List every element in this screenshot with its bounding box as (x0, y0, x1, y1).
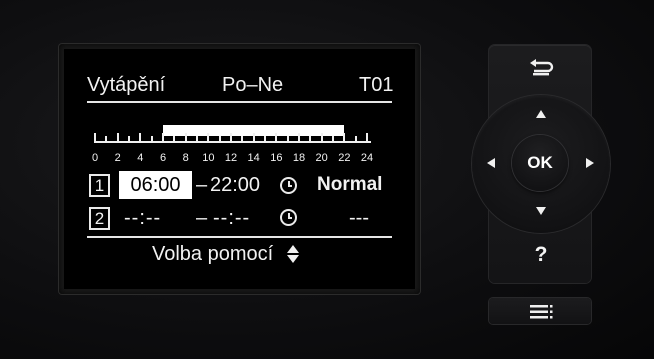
timeline-tick (105, 136, 108, 143)
header-program: T01 (359, 74, 394, 96)
slot-2-mode[interactable]: --- (349, 207, 369, 229)
timeline-tick-label: 22 (338, 152, 351, 164)
footer-divider (87, 236, 392, 238)
timeline-tick (354, 136, 357, 143)
arrow-down-icon[interactable] (536, 207, 546, 215)
timeline-tick-label: 20 (315, 152, 328, 164)
timeline-axis (94, 141, 371, 143)
timeline-tick (264, 136, 266, 143)
timeline-tick (366, 133, 368, 143)
timeline-tick-label: 14 (247, 152, 260, 164)
timeline-tick (241, 136, 244, 143)
slot-2-dash: – (196, 207, 208, 229)
menu-icon (530, 305, 553, 319)
timeline-tick (230, 133, 232, 143)
timeline-tick (128, 136, 130, 143)
footer-hint: Volba pomocí (152, 243, 274, 265)
timeline-tick-label: 18 (292, 152, 306, 164)
timeline-tick-label: 2 (114, 152, 121, 164)
schedule-timeline: 0 2 4 6 8 10 12 14 16 18 20 22 24 (91, 119, 376, 169)
timeline-tick (94, 133, 96, 143)
timeline-tick (275, 133, 278, 143)
timeline-tick (320, 133, 323, 143)
ok-button[interactable]: OK (512, 135, 568, 191)
up-down-arrows-icon (287, 245, 299, 263)
slot-2-end-time[interactable]: --:-- (213, 207, 250, 229)
timeline-tick (173, 136, 176, 143)
slot-1-end-time[interactable]: 22:00 (210, 174, 260, 196)
timeline-tick (162, 133, 164, 143)
clock-icon (280, 209, 297, 226)
slot-1-start-time[interactable]: 06:00 (119, 171, 192, 199)
slot-1-mode[interactable]: Normal (317, 174, 382, 196)
slot-1-dash: – (196, 174, 208, 196)
program-slot-1-number: 1 (89, 174, 110, 197)
display-screen: Vytápění Po–Ne T01 0 2 4 6 8 10 12 14 16 18 20 22 24… (64, 49, 415, 289)
timeline-tick (139, 133, 142, 143)
timeline-tick (218, 136, 221, 143)
program-slot-2-number: 2 (89, 207, 110, 230)
header-days: Po–Ne (222, 74, 284, 96)
timeline-tick-label: 4 (137, 152, 144, 164)
timeline-tick (309, 136, 312, 143)
timeline-tick (207, 133, 210, 143)
timeline-tick-label: 12 (224, 152, 238, 164)
timeline-tick-label: 6 (159, 152, 167, 164)
slot-2-start-time[interactable]: --:-- (124, 207, 161, 229)
timeline-tick (332, 136, 334, 143)
back-arrow-icon[interactable] (528, 59, 554, 77)
timeline-tick (252, 133, 255, 143)
timeline-tick (343, 133, 346, 143)
header-mode: Vytápění (87, 74, 166, 96)
timeline-tick-label: 16 (270, 152, 283, 164)
arrow-up-icon[interactable] (536, 110, 546, 118)
help-button[interactable]: ? (530, 243, 552, 267)
clock-icon (280, 177, 297, 194)
control-panel: Vytápění Po–Ne T01 0 2 4 6 8 10 12 14 16 18 20 22 24… (0, 0, 654, 359)
arrow-left-icon[interactable] (487, 158, 495, 168)
timeline-tick (150, 136, 153, 143)
timeline-tick-label: 24 (360, 152, 374, 164)
timeline-tick-label: 0 (91, 152, 99, 164)
timeline-tick (286, 136, 289, 143)
arrow-right-icon[interactable] (586, 158, 594, 168)
timeline-tick (298, 133, 300, 143)
timeline-tick (116, 133, 119, 143)
timeline-tick-label: 8 (182, 152, 189, 164)
timeline-tick (196, 136, 198, 143)
timeline-tick (184, 133, 187, 143)
timeline-tick-label: 10 (202, 152, 215, 164)
header-divider (87, 101, 392, 103)
